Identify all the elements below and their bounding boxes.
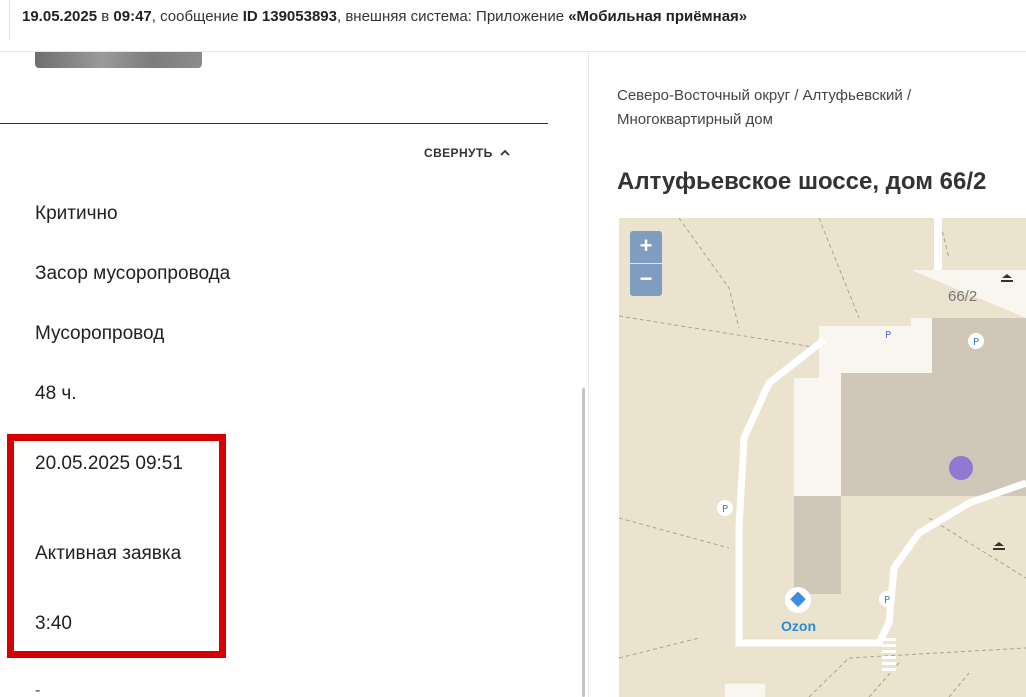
svg-text:P: P: [973, 337, 979, 348]
scrollbar-thumb[interactable]: [582, 388, 585, 697]
location-breadcrumb: Северо-Восточный округ / Алтуфьевский / …: [617, 87, 912, 128]
highlight-box: [7, 434, 226, 658]
attached-photo[interactable]: [35, 52, 202, 68]
location-marker-icon[interactable]: [949, 456, 973, 480]
svg-text:P: P: [885, 330, 891, 341]
message-header: 19.05.2025 в 09:47, сообщение ID 1390538…: [0, 0, 1026, 52]
chevron-up-icon: [500, 149, 510, 156]
poi-ozon-label[interactable]: Ozon: [781, 618, 816, 634]
system-label: , внешняя система: Приложение: [336, 8, 569, 25]
collapse-button[interactable]: СВЕРНУТЬ: [424, 146, 511, 160]
zoom-in-button[interactable]: +: [630, 231, 662, 263]
svg-text:P: P: [722, 504, 728, 515]
house-number-label: 66/2: [948, 288, 978, 305]
message-time: 09:47: [113, 8, 152, 25]
svg-text:P: P: [884, 595, 890, 606]
message-at: в: [97, 8, 114, 25]
empty-value: -: [35, 682, 41, 697]
system-name: «Мобильная приёмная»: [568, 8, 748, 25]
priority-value: Критично: [35, 203, 118, 224]
address-title: Алтуфьевское шоссе, дом 66/2: [617, 168, 987, 195]
zoom-out-button[interactable]: −: [630, 264, 662, 296]
collapse-label: СВЕРНУТЬ: [424, 146, 493, 160]
problem-value: Засор мусоропровода: [35, 263, 231, 284]
category-value: Мусоропровод: [35, 323, 165, 344]
message-summary: 19.05.2025 в 09:47, сообщение ID 1390538…: [22, 8, 747, 25]
message-date: 19.05.2025: [22, 8, 98, 25]
deadline-value: 48 ч.: [35, 383, 77, 404]
message-label: , сообщение: [151, 8, 243, 25]
section-divider: [0, 123, 548, 124]
message-id: ID 139053893: [242, 8, 337, 25]
panel-divider: [588, 52, 589, 697]
header-divider: [9, 0, 10, 40]
map[interactable]: P P P P + − 66/2 Ozon: [619, 218, 1026, 697]
